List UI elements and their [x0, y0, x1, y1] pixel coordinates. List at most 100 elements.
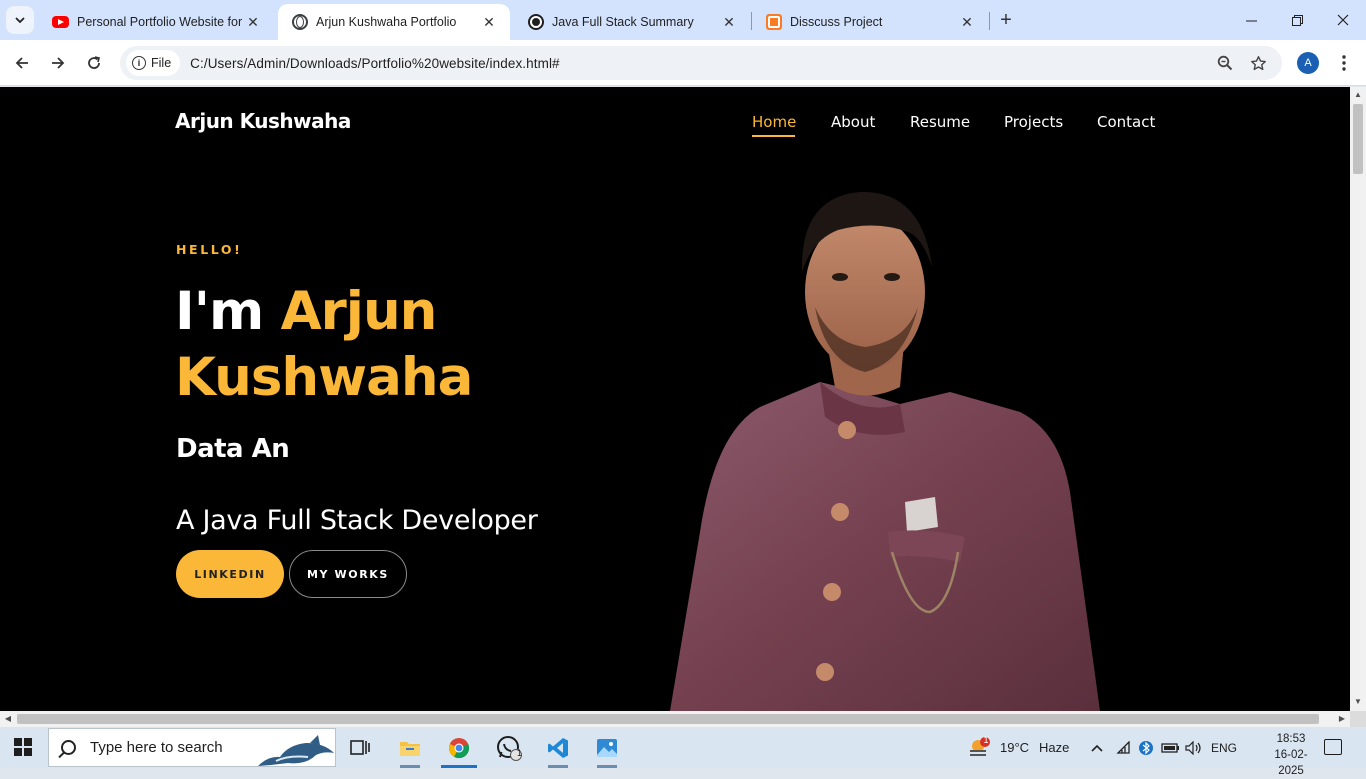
- hero-title: I'm Arjun Kushwaha: [175, 279, 625, 411]
- tab-title: Java Full Stack Summary: [552, 15, 694, 29]
- system-clock[interactable]: 18:53 16-02-2025: [1262, 731, 1320, 779]
- network-status[interactable]: [1116, 727, 1132, 768]
- page-viewport: Arjun Kushwaha Home About Resume Project…: [0, 87, 1350, 711]
- clock-date: 16-02-2025: [1274, 749, 1308, 777]
- search-highlight-whale-icon: [258, 735, 334, 766]
- close-icon[interactable]: ✕: [244, 13, 262, 31]
- url-text[interactable]: C:/Users/Admin/Downloads/Portfolio%20web…: [190, 56, 560, 71]
- site-info-label: File: [151, 56, 172, 70]
- scroll-down-icon[interactable]: ▼: [1350, 697, 1366, 706]
- restore-icon: [1291, 14, 1303, 26]
- show-hidden-icons-button[interactable]: [1090, 727, 1104, 768]
- tab-discuss-project[interactable]: Disscuss Project ✕: [752, 4, 988, 40]
- forward-button[interactable]: [43, 48, 73, 78]
- hero-tagline: A Java Full Stack Developer: [176, 505, 538, 536]
- address-bar[interactable]: i File C:/Users/Admin/Downloads/Portfoli…: [120, 46, 1282, 80]
- language-indicator[interactable]: ENG: [1211, 727, 1237, 768]
- battery-status[interactable]: [1161, 727, 1181, 768]
- arrow-left-icon: [15, 57, 28, 69]
- nav-resume[interactable]: Resume: [910, 113, 970, 131]
- hero-greeting: HELLO!: [176, 242, 243, 257]
- nav-home[interactable]: Home: [752, 113, 796, 131]
- task-view-icon: [350, 739, 370, 755]
- tab-title: Arjun Kushwaha Portfolio: [316, 15, 457, 29]
- photos-icon: [597, 738, 617, 757]
- tab-search-button[interactable]: [6, 6, 34, 34]
- back-button[interactable]: [7, 48, 37, 78]
- bookmark-star-icon[interactable]: [1248, 53, 1268, 73]
- weather-badge: 1: [983, 735, 989, 745]
- arrow-right-icon: [52, 57, 65, 69]
- zoom-icon[interactable]: [1215, 53, 1235, 73]
- close-icon[interactable]: ✕: [720, 13, 738, 31]
- weather-condition: Haze: [1039, 740, 1070, 755]
- browser-menu-button[interactable]: [1332, 50, 1356, 76]
- weather-temperature: 19°C: [1000, 740, 1030, 755]
- nav-active-indicator: [752, 135, 795, 137]
- bluetooth-status[interactable]: [1139, 727, 1153, 768]
- site-logo[interactable]: Arjun Kushwaha: [175, 109, 351, 133]
- horizontal-scroll-thumb[interactable]: [17, 714, 1319, 724]
- xampp-icon: [766, 14, 782, 30]
- battery-charging-icon: [1161, 742, 1179, 753]
- tab-title: Personal Portfolio Website for B: [77, 15, 244, 29]
- linkedin-button[interactable]: LINKEDIN: [176, 550, 284, 598]
- close-icon: [1337, 14, 1349, 26]
- vscode-icon: [548, 737, 568, 758]
- info-icon: i: [132, 56, 146, 70]
- scrollbar-corner: [1350, 711, 1366, 727]
- vertical-scrollbar[interactable]: ▲ ▼: [1350, 87, 1366, 711]
- hero-name-last: Kushwaha: [175, 347, 473, 408]
- speaker-icon: [1185, 740, 1201, 755]
- tab-java-summary[interactable]: Java Full Stack Summary ✕: [514, 4, 750, 40]
- file-explorer-icon: [400, 741, 420, 756]
- chevron-up-icon: [1091, 744, 1103, 752]
- chrome-button[interactable]: [437, 727, 481, 768]
- tab-portfolio[interactable]: Arjun Kushwaha Portfolio ✕: [278, 4, 510, 40]
- weather-widget[interactable]: 1 19°C Haze: [968, 727, 1069, 768]
- nav-projects[interactable]: Projects: [1004, 113, 1063, 131]
- vertical-scroll-thumb[interactable]: [1353, 104, 1363, 174]
- vscode-button[interactable]: [536, 727, 580, 768]
- scroll-left-icon[interactable]: ◀: [0, 714, 16, 723]
- chevron-down-icon: [15, 17, 25, 24]
- whatsapp-badge: 1: [517, 748, 523, 758]
- close-icon[interactable]: ✕: [958, 13, 976, 31]
- nav-contact[interactable]: Contact: [1097, 113, 1155, 131]
- notification-center-icon[interactable]: [1324, 739, 1342, 755]
- taskbar-search-placeholder: Type here to search: [90, 739, 223, 756]
- more-vertical-icon: [1342, 55, 1346, 71]
- scroll-up-icon[interactable]: ▲: [1350, 90, 1366, 99]
- chatgpt-icon: [528, 14, 544, 30]
- whatsapp-button[interactable]: 1: [487, 727, 531, 768]
- plus-icon: +: [1000, 8, 1012, 31]
- reload-button[interactable]: [79, 48, 109, 78]
- task-view-button[interactable]: [338, 727, 382, 768]
- photos-button[interactable]: [585, 727, 629, 768]
- site-info-chip[interactable]: i File: [126, 50, 181, 76]
- hero-name-first: Arjun: [280, 281, 438, 342]
- nav-about[interactable]: About: [831, 113, 875, 131]
- scroll-right-icon[interactable]: ▶: [1334, 714, 1350, 723]
- close-icon[interactable]: ✕: [480, 13, 498, 31]
- bluetooth-icon: [1139, 740, 1153, 755]
- horizontal-scrollbar[interactable]: ◀ ▶: [0, 711, 1350, 727]
- volume-control[interactable]: [1185, 727, 1203, 768]
- file-explorer-button[interactable]: [388, 727, 432, 768]
- minimize-button[interactable]: [1228, 0, 1274, 40]
- tab-youtube[interactable]: Personal Portfolio Website for B ✕: [38, 4, 274, 40]
- profile-avatar[interactable]: A: [1297, 52, 1319, 74]
- tab-separator: [989, 12, 990, 30]
- clock-time: 18:53: [1276, 733, 1306, 745]
- browser-toolbar: i File C:/Users/Admin/Downloads/Portfoli…: [0, 40, 1366, 86]
- new-tab-button[interactable]: +: [994, 8, 1018, 32]
- restore-button[interactable]: [1274, 0, 1320, 40]
- globe-icon: [292, 14, 308, 30]
- windows-taskbar: Type here to search 1 1 19°C Haze ENG 18…: [0, 727, 1366, 777]
- reload-icon: [88, 56, 100, 69]
- minimize-icon: [1245, 20, 1257, 21]
- my-works-button[interactable]: MY WORKS: [289, 550, 407, 598]
- hero-title-prefix: I'm: [175, 281, 281, 342]
- close-window-button[interactable]: [1320, 0, 1366, 40]
- windows-start-icon[interactable]: [14, 738, 32, 756]
